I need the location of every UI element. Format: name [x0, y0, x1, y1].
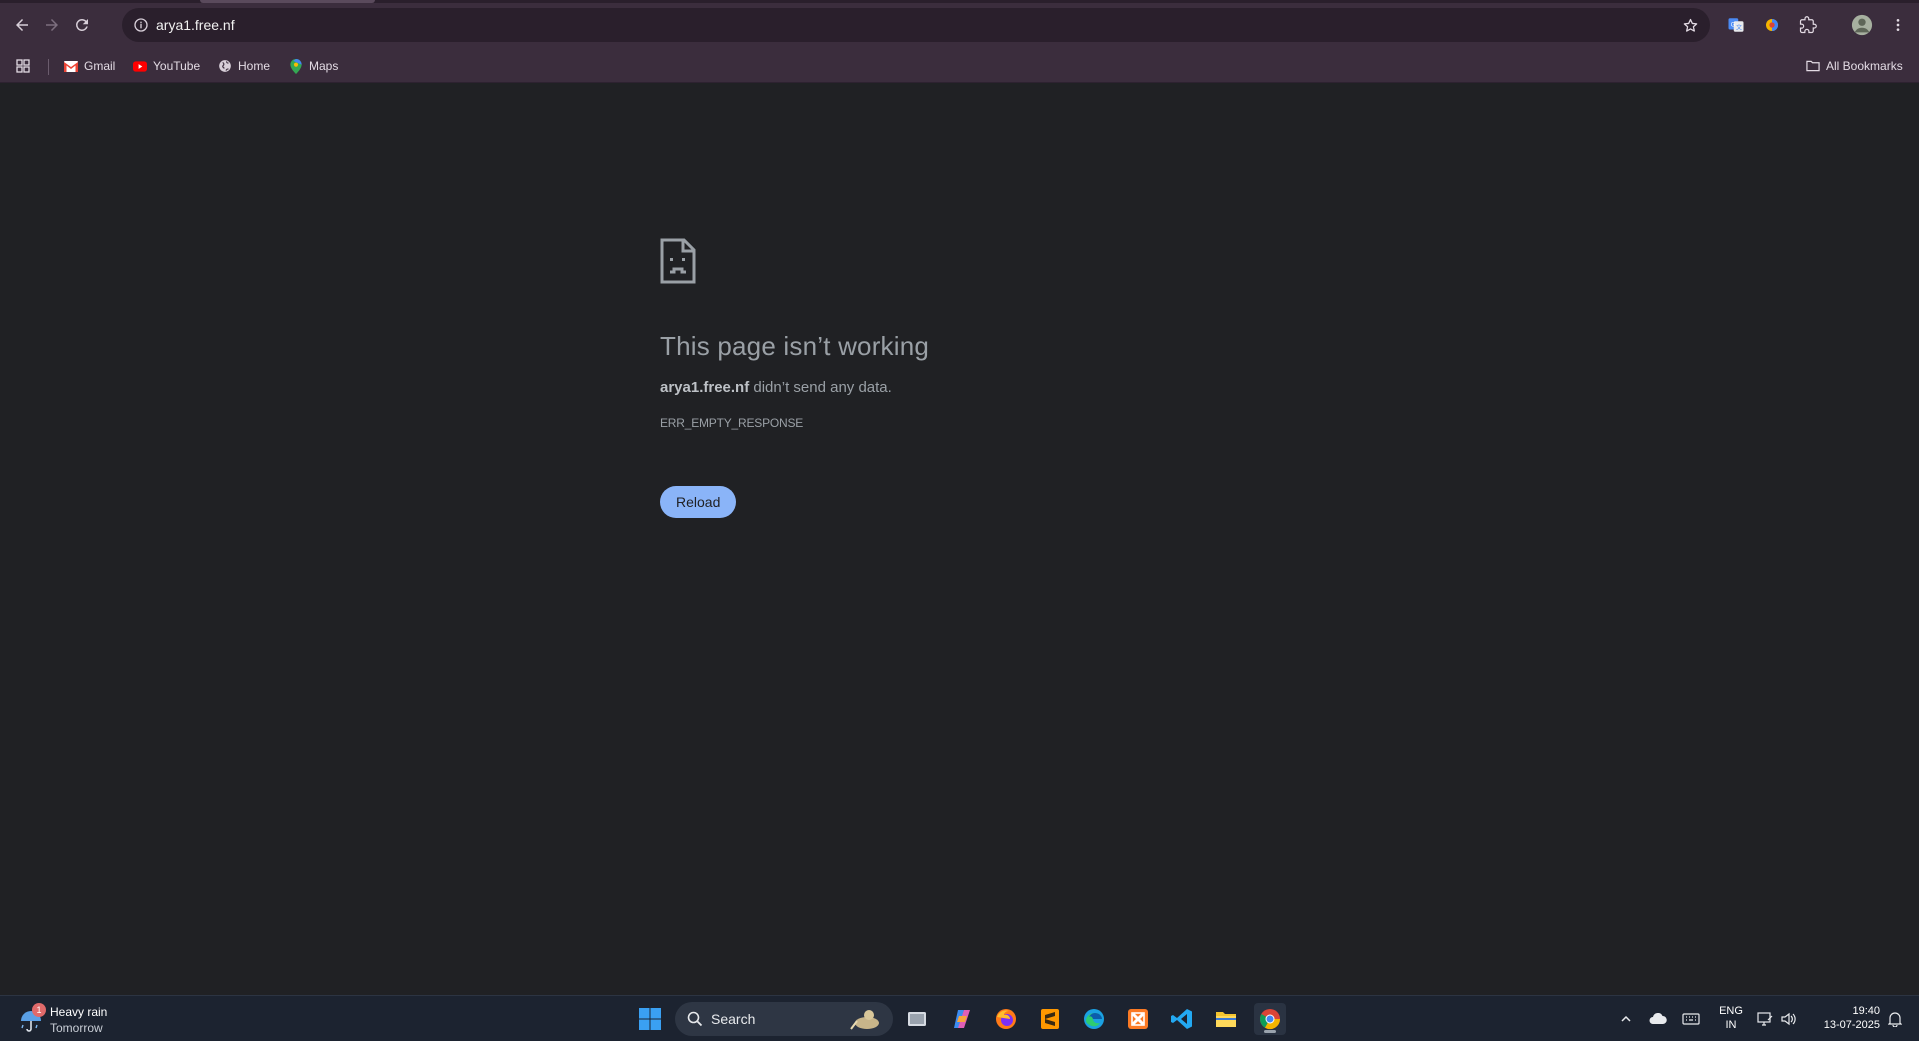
- error-title: This page isn’t working: [660, 331, 930, 361]
- cloud-icon: [1649, 1013, 1667, 1024]
- reload-button[interactable]: Reload: [660, 486, 737, 518]
- bookmark-label: Maps: [309, 59, 339, 73]
- gmail-icon: [64, 59, 78, 73]
- bookmark-youtube[interactable]: YouTube: [133, 55, 200, 77]
- folder-icon: [1806, 59, 1820, 73]
- apps-grid-button[interactable]: [16, 55, 30, 77]
- back-arrow-icon: [16, 19, 28, 31]
- error-host: arya1.free.nf: [660, 379, 750, 396]
- clock-time: 19:40: [1852, 1005, 1880, 1017]
- site-info-icon[interactable]: [130, 14, 152, 36]
- page-content: This page isn’t working arya1.free.nf di…: [0, 83, 1919, 995]
- task-view-icon: [908, 1012, 926, 1026]
- all-bookmarks-label: All Bookmarks: [1826, 59, 1903, 73]
- touch-keyboard-button[interactable]: [1680, 996, 1702, 1041]
- bookmark-home[interactable]: Home: [218, 55, 270, 77]
- apps-grid-icon: [16, 59, 30, 73]
- search-placeholder: Search: [711, 1011, 756, 1027]
- xampp-icon: [1128, 1009, 1148, 1029]
- edge-button[interactable]: [1078, 1003, 1110, 1035]
- weather-condition: Heavy rain: [50, 1005, 108, 1019]
- clock[interactable]: 19:40 13-07-2025: [1806, 1004, 1880, 1032]
- error-description-text: didn’t send any data.: [749, 379, 892, 396]
- reload-icon: [75, 18, 88, 31]
- show-hidden-icons-button[interactable]: [1616, 996, 1636, 1041]
- chevron-up-icon: [1621, 1015, 1631, 1022]
- windows-logo-icon: [639, 1008, 661, 1030]
- keyboard-icon: [1682, 1013, 1700, 1025]
- maps-icon: [289, 58, 303, 74]
- search-icon: [687, 1011, 703, 1027]
- windows-taskbar: 1 Heavy rain Tomorrow Search ENG IN 19:4…: [0, 995, 1919, 1041]
- speaker-icon: [1781, 1012, 1796, 1026]
- search-highlight-icon: [850, 1010, 879, 1030]
- active-app-indicator: [1264, 1030, 1276, 1033]
- bookmark-label: Gmail: [84, 59, 116, 73]
- bookmark-label: Home: [238, 59, 271, 73]
- extension-colorful-icon[interactable]: [1760, 13, 1784, 37]
- error-code[interactable]: ERR_EMPTY_RESPONSE: [660, 416, 1260, 430]
- bookmark-star-icon[interactable]: [1680, 15, 1700, 35]
- bookmark-label: YouTube: [153, 59, 201, 73]
- task-view-button[interactable]: [901, 1003, 933, 1035]
- copilot-icon: [954, 1010, 970, 1028]
- svg-text:G: G: [1731, 23, 1736, 29]
- region-code: IN: [1725, 1019, 1737, 1031]
- start-button[interactable]: [634, 1003, 666, 1035]
- folder-explorer-icon: [1216, 1012, 1236, 1027]
- browser-toolbar: arya1.free.nf G文: [0, 0, 1919, 49]
- google-translate-icon[interactable]: G文: [1724, 13, 1748, 37]
- reload-toolbar-button[interactable]: [68, 11, 96, 39]
- error-description: arya1.free.nf didn’t send any data.: [660, 379, 1260, 396]
- weather-widget[interactable]: 1 Heavy rain Tomorrow: [18, 1002, 138, 1036]
- network-icon: [1757, 1012, 1773, 1026]
- url-text[interactable]: arya1.free.nf: [156, 17, 235, 33]
- error-container: This page isn’t working arya1.free.nf di…: [660, 238, 1260, 518]
- vscode-button[interactable]: [1166, 1003, 1198, 1035]
- sad-page-icon: [660, 238, 696, 284]
- copilot-button[interactable]: [946, 1003, 978, 1035]
- address-bar[interactable]: arya1.free.nf: [122, 8, 1710, 42]
- xampp-button[interactable]: [1122, 1003, 1154, 1035]
- globe-icon: [218, 59, 232, 73]
- edge-icon: [1084, 1009, 1104, 1029]
- browser-menu-icon[interactable]: [1886, 13, 1910, 37]
- bookmark-maps[interactable]: Maps: [289, 55, 338, 77]
- notifications-button[interactable]: [1884, 996, 1906, 1041]
- language-code: ENG: [1719, 1005, 1743, 1017]
- back-button[interactable]: [8, 11, 36, 39]
- vscode-icon: [1171, 1009, 1192, 1029]
- chrome-button[interactable]: [1254, 1003, 1286, 1035]
- tab-strip: [0, 0, 1919, 3]
- network-tray-button[interactable]: [1754, 996, 1776, 1041]
- clock-date: 13-07-2025: [1823, 1019, 1880, 1031]
- volume-tray-button[interactable]: [1778, 996, 1800, 1041]
- forward-arrow-icon: [46, 19, 58, 31]
- onedrive-tray-button[interactable]: [1647, 996, 1669, 1041]
- firefox-button[interactable]: [990, 1003, 1022, 1035]
- weather-alert-badge: 1: [32, 1003, 46, 1017]
- chrome-icon: [1260, 1009, 1281, 1030]
- language-indicator[interactable]: ENG IN: [1716, 1004, 1746, 1032]
- active-tab[interactable]: [200, 0, 375, 3]
- notification-bell-icon: [1888, 1012, 1902, 1027]
- bookmarks-separator: [48, 59, 49, 75]
- youtube-icon: [133, 59, 147, 73]
- bookmark-gmail[interactable]: Gmail: [64, 55, 115, 77]
- sublime-text-button[interactable]: [1034, 1003, 1066, 1035]
- sublime-text-icon: [1041, 1009, 1059, 1029]
- file-explorer-button[interactable]: [1210, 1003, 1242, 1035]
- firefox-icon: [996, 1009, 1016, 1029]
- profile-avatar-icon[interactable]: [1850, 13, 1874, 37]
- bookmarks-bar: Gmail YouTube Home Maps All Bookmarks: [0, 49, 1919, 83]
- all-bookmarks-button[interactable]: All Bookmarks: [1806, 55, 1903, 77]
- weather-when: Tomorrow: [50, 1021, 103, 1035]
- taskbar-search[interactable]: Search: [675, 1002, 893, 1036]
- forward-button[interactable]: [38, 11, 66, 39]
- extensions-puzzle-icon[interactable]: [1796, 13, 1820, 37]
